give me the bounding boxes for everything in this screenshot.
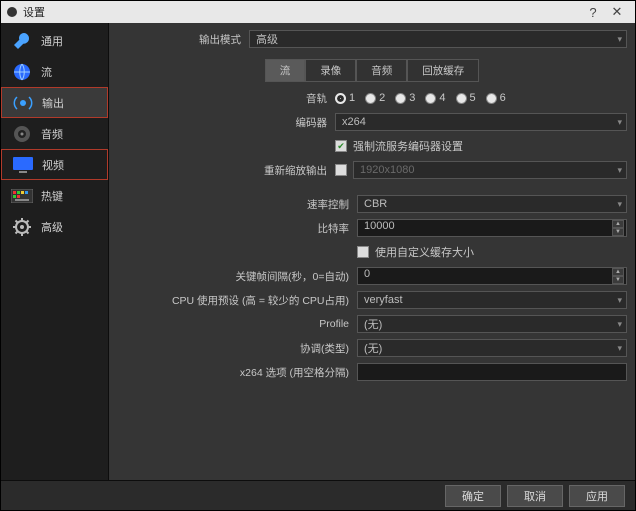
sidebar-item-general[interactable]: 通用 xyxy=(1,25,108,56)
tune-select[interactable]: (无)▾ xyxy=(357,339,627,357)
tab-stream[interactable]: 流 xyxy=(265,59,306,82)
custom-buffer-label: 使用自定义缓存大小 xyxy=(375,244,474,260)
keyframe-label: 关键帧间隔(秒，0=自动) xyxy=(117,269,357,284)
bitrate-input[interactable]: 10000▲▼ xyxy=(357,219,627,237)
cpu-preset-label: CPU 使用预设 (高 = 较少的 CPU占用) xyxy=(117,293,357,308)
sidebar-item-label: 通用 xyxy=(41,33,63,49)
bitrate-label: 比特率 xyxy=(117,221,357,236)
sidebar-item-hotkeys[interactable]: 热键 xyxy=(1,180,108,211)
chevron-down-icon: ▾ xyxy=(617,165,622,176)
tab-replay[interactable]: 回放缓存 xyxy=(407,59,479,82)
spin-down-icon[interactable]: ▼ xyxy=(612,228,624,236)
rescale-label: 重新缩放输出 xyxy=(117,163,335,178)
chevron-down-icon: ▾ xyxy=(617,343,622,354)
encoder-label: 编码器 xyxy=(117,115,335,130)
track-radio-4[interactable] xyxy=(425,93,436,104)
app-icon xyxy=(7,7,17,17)
body: 通用 流 输出 音频 xyxy=(1,23,635,480)
audio-tracks: 1 2 3 4 5 6 xyxy=(335,92,627,104)
x264opts-input[interactable] xyxy=(357,363,627,381)
output-mode-select[interactable]: 高级 ▾ xyxy=(249,30,627,48)
rate-control-select[interactable]: CBR▾ xyxy=(357,195,627,213)
titlebar: 设置 ? ✕ xyxy=(1,1,635,23)
tune-label: 协调(类型) xyxy=(117,341,357,356)
track-radio-1[interactable] xyxy=(335,93,346,104)
ok-button[interactable]: 确定 xyxy=(445,485,501,507)
output-mode-label: 输出模式 xyxy=(117,32,249,47)
track-radio-2[interactable] xyxy=(365,93,376,104)
tabs: 流 录像 音频 回放缓存 xyxy=(117,59,627,82)
tracks-label: 音轨 xyxy=(117,91,335,106)
rescale-select[interactable]: 1920x1080 ▾ xyxy=(353,161,627,179)
sidebar-item-label: 输出 xyxy=(42,95,64,111)
chevron-down-icon: ▾ xyxy=(617,34,622,45)
chevron-down-icon: ▾ xyxy=(617,319,622,330)
x264opts-label: x264 选项 (用空格分隔) xyxy=(117,365,357,380)
main-panel: 输出模式 高级 ▾ 流 录像 音频 回放缓存 音轨 1 2 xyxy=(109,23,635,480)
sidebar-item-label: 音频 xyxy=(41,126,63,142)
profile-select[interactable]: (无)▾ xyxy=(357,315,627,333)
sidebar-item-label: 高级 xyxy=(41,219,63,235)
cancel-button[interactable]: 取消 xyxy=(507,485,563,507)
spin-down-icon[interactable]: ▼ xyxy=(612,276,624,284)
track-radio-6[interactable] xyxy=(486,93,497,104)
speaker-icon xyxy=(11,123,33,145)
track-radio-5[interactable] xyxy=(456,93,467,104)
enforce-checkbox[interactable] xyxy=(335,140,347,152)
wrench-icon xyxy=(11,30,33,52)
sidebar-item-stream[interactable]: 流 xyxy=(1,56,108,87)
tab-record[interactable]: 录像 xyxy=(305,59,356,82)
sidebar-item-advanced[interactable]: 高级 xyxy=(1,211,108,242)
broadcast-icon xyxy=(12,92,34,114)
chevron-down-icon: ▾ xyxy=(617,295,622,306)
keyboard-icon xyxy=(11,185,33,207)
rescale-checkbox[interactable] xyxy=(335,164,347,176)
cpu-preset-select[interactable]: veryfast▾ xyxy=(357,291,627,309)
spin-up-icon[interactable]: ▲ xyxy=(612,268,624,276)
monitor-icon xyxy=(12,154,34,176)
track-radio-3[interactable] xyxy=(395,93,406,104)
window-title: 设置 xyxy=(23,4,45,20)
chevron-down-icon: ▾ xyxy=(617,117,622,128)
sidebar-item-output[interactable]: 输出 xyxy=(1,87,108,118)
tab-audio[interactable]: 音频 xyxy=(356,59,407,82)
help-button[interactable]: ? xyxy=(581,5,605,20)
sidebar-item-label: 视频 xyxy=(42,157,64,173)
enforce-label: 强制流服务编码器设置 xyxy=(353,138,463,154)
footer: 确定 取消 应用 xyxy=(1,480,635,510)
keyframe-input[interactable]: 0▲▼ xyxy=(357,267,627,285)
profile-label: Profile xyxy=(117,318,357,330)
sidebar-item-video[interactable]: 视频 xyxy=(1,149,108,180)
settings-window: 设置 ? ✕ 通用 流 输出 xyxy=(0,0,636,511)
sidebar-item-label: 流 xyxy=(41,64,52,80)
custom-buffer-checkbox[interactable] xyxy=(357,246,369,258)
sidebar-item-audio[interactable]: 音频 xyxy=(1,118,108,149)
globe-icon xyxy=(11,61,33,83)
encoder-select[interactable]: x264 ▾ xyxy=(335,113,627,131)
close-button[interactable]: ✕ xyxy=(605,4,629,20)
sidebar: 通用 流 输出 音频 xyxy=(1,23,109,480)
spin-up-icon[interactable]: ▲ xyxy=(612,220,624,228)
sidebar-item-label: 热键 xyxy=(41,188,63,204)
chevron-down-icon: ▾ xyxy=(617,199,622,210)
apply-button[interactable]: 应用 xyxy=(569,485,625,507)
gear-icon xyxy=(11,216,33,238)
rate-control-label: 速率控制 xyxy=(117,197,357,212)
